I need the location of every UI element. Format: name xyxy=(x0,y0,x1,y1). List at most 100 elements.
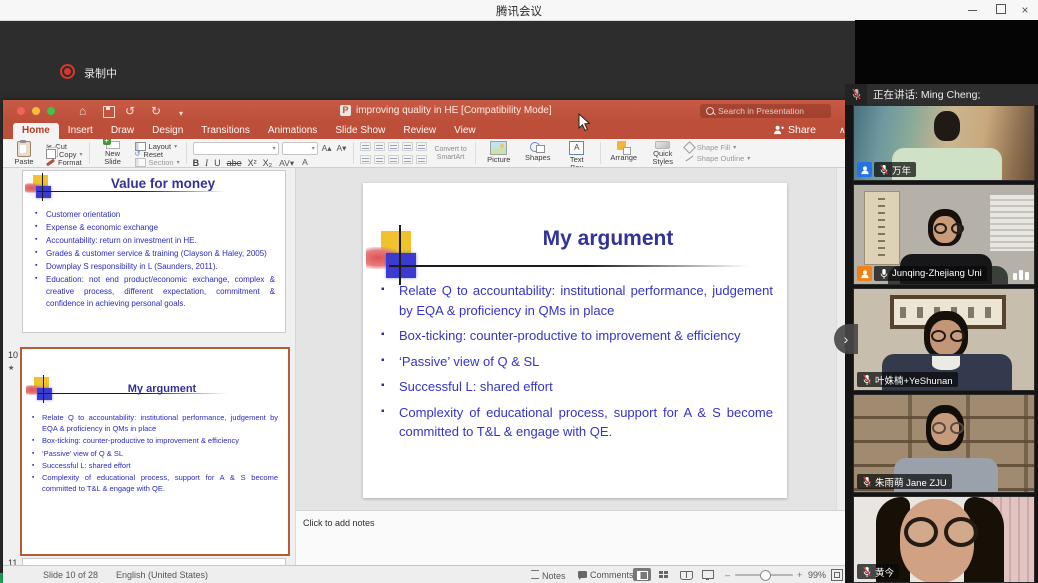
save-icon[interactable] xyxy=(103,106,115,118)
shape-fill-button[interactable]: Shape Fill▾ xyxy=(685,144,751,152)
quick-styles-button[interactable]: Quick Styles xyxy=(646,141,680,165)
superscript-button[interactable]: X² xyxy=(248,158,257,168)
notes-pane[interactable]: Click to add notes xyxy=(296,510,849,566)
line-spacing-button[interactable] xyxy=(416,142,427,151)
zoom-in-button[interactable]: + xyxy=(797,570,802,580)
numbering-button[interactable] xyxy=(374,142,385,151)
redo-icon[interactable]: ↻ xyxy=(151,103,161,119)
share-button[interactable]: Share xyxy=(773,124,816,136)
align-right-button[interactable] xyxy=(388,155,399,164)
tab-slide-show[interactable]: Slide Show xyxy=(326,123,394,139)
tab-view[interactable]: View xyxy=(445,123,485,139)
align-left-button[interactable] xyxy=(360,155,371,164)
increase-font-button[interactable]: A▴ xyxy=(321,143,333,154)
new-slide-icon xyxy=(106,141,120,149)
mic-muted-icon xyxy=(845,84,867,105)
tab-review[interactable]: Review xyxy=(394,123,445,139)
normal-view-button[interactable] xyxy=(633,568,651,581)
bold-button[interactable]: B xyxy=(193,158,200,168)
reading-view-icon xyxy=(680,571,693,580)
tab-transitions[interactable]: Transitions xyxy=(192,123,259,139)
close-button[interactable]: × xyxy=(1018,4,1032,16)
bullets-button[interactable] xyxy=(360,142,371,151)
participant-tile[interactable]: 叶姝楠+YeShunan xyxy=(853,288,1035,391)
thumbnail-slide-11[interactable] xyxy=(22,558,286,565)
tab-design[interactable]: Design xyxy=(143,123,192,139)
text-direction-button[interactable] xyxy=(416,155,427,164)
increase-indent-button[interactable] xyxy=(402,142,413,151)
tab-draw[interactable]: Draw xyxy=(102,123,143,139)
paste-button[interactable]: Paste xyxy=(7,141,41,165)
slideshow-icon xyxy=(702,570,714,579)
thumb10-number: 10 xyxy=(8,350,18,360)
mic-muted-icon xyxy=(862,374,872,386)
quick-styles-icon xyxy=(655,141,670,149)
customize-toolbar-icon[interactable]: ▾ xyxy=(179,106,183,122)
participant-tile[interactable]: Junqing-Zhejiang Uni xyxy=(853,184,1035,285)
comments-toggle[interactable]: Comments xyxy=(578,570,634,580)
shape-outline-icon xyxy=(685,156,693,162)
tab-insert[interactable]: Insert xyxy=(59,123,102,139)
mac-zoom-button[interactable] xyxy=(47,107,55,115)
slideshow-view-button[interactable] xyxy=(699,568,717,581)
font-name-select[interactable]: ▾ xyxy=(193,142,279,155)
thumbnail-slide-10-selected[interactable]: My argument Relate Q to accountability: … xyxy=(20,347,290,556)
home-icon[interactable]: ⌂ xyxy=(79,103,86,119)
character-spacing-button[interactable]: AV▾ xyxy=(278,158,295,169)
align-center-button[interactable] xyxy=(374,155,385,164)
text-box-button[interactable]: A Text Box xyxy=(560,141,594,165)
zoom-out-button[interactable]: – xyxy=(725,570,730,580)
participant-tile[interactable]: 黄今 xyxy=(853,496,1035,583)
shapes-button[interactable]: Shapes xyxy=(521,141,555,165)
section-button[interactable]: Section▾ xyxy=(135,158,180,166)
slide-canvas[interactable]: My argument Relate Q to accountability: … xyxy=(363,183,787,498)
decrease-font-button[interactable]: A▾ xyxy=(336,143,348,154)
convert-to-smartart-button[interactable]: Convert to SmartArt xyxy=(432,141,468,165)
picture-button[interactable]: Picture xyxy=(482,141,516,165)
search-input[interactable]: Search in Presentation xyxy=(700,104,831,118)
underline-button[interactable]: U xyxy=(214,158,221,168)
font-color-button[interactable]: A xyxy=(301,157,309,168)
slide-sorter-view-button[interactable] xyxy=(655,568,673,581)
reading-view-button[interactable] xyxy=(677,568,695,581)
mac-close-button[interactable] xyxy=(17,107,25,115)
participant-name: 朱雨萌 Jane ZJU xyxy=(875,475,947,489)
text-box-icon: A xyxy=(569,141,584,155)
fit-slide-to-window-button[interactable] xyxy=(831,569,843,581)
notes-toggle[interactable]: Notes xyxy=(531,570,566,581)
participant-tile[interactable]: 万年 xyxy=(853,105,1035,181)
slide-title: My argument xyxy=(443,227,773,251)
format-painter-button[interactable]: Format xyxy=(46,158,83,166)
minimize-button[interactable] xyxy=(968,10,977,11)
tab-home[interactable]: Home xyxy=(13,123,59,139)
zoom-slider-thumb[interactable] xyxy=(760,570,771,581)
restore-button[interactable] xyxy=(996,4,1006,14)
thumbnail-slide-9[interactable]: Value for money Customer orientation Exp… xyxy=(22,170,286,333)
undo-icon[interactable]: ↺ xyxy=(125,103,135,119)
italic-button[interactable]: I xyxy=(205,158,208,168)
tab-animations[interactable]: Animations xyxy=(259,123,326,139)
subscript-button[interactable]: X₂ xyxy=(263,158,273,168)
ppt-titlebar: ⌂ ↺ ↻ ▾ P improving quality in HE [Compa… xyxy=(3,100,849,122)
animation-star-icon: ★ xyxy=(8,364,14,372)
shape-fill-icon xyxy=(683,141,696,154)
collapse-panel-button[interactable]: › xyxy=(834,324,858,354)
participant-tile[interactable]: 朱雨萌 Jane ZJU xyxy=(853,394,1035,493)
language-status[interactable]: English (United States) xyxy=(116,570,208,580)
document-title: improving quality in HE [Compatibility M… xyxy=(356,105,552,116)
shape-outline-button[interactable]: Shape Outline▾ xyxy=(685,155,751,163)
slide-bullet: Complexity of educational process, suppo… xyxy=(379,403,773,442)
mic-muted-icon xyxy=(879,164,889,176)
panel-background xyxy=(855,20,1038,84)
arrange-button[interactable]: Arrange xyxy=(607,141,641,165)
slide-bullet: Box-ticking: counter-productive to impro… xyxy=(379,326,773,346)
new-slide-button[interactable]: New Slide xyxy=(96,141,130,165)
justify-button[interactable] xyxy=(402,155,413,164)
role-badge-icon xyxy=(857,266,872,281)
notes-placeholder: Click to add notes xyxy=(303,518,375,528)
font-size-select[interactable]: ▾ xyxy=(282,142,318,155)
strikethrough-button[interactable]: abe xyxy=(227,158,242,168)
decrease-indent-button[interactable] xyxy=(388,142,399,151)
mac-minimize-button[interactable] xyxy=(32,107,40,115)
zoom-percent[interactable]: 99% xyxy=(808,570,826,580)
